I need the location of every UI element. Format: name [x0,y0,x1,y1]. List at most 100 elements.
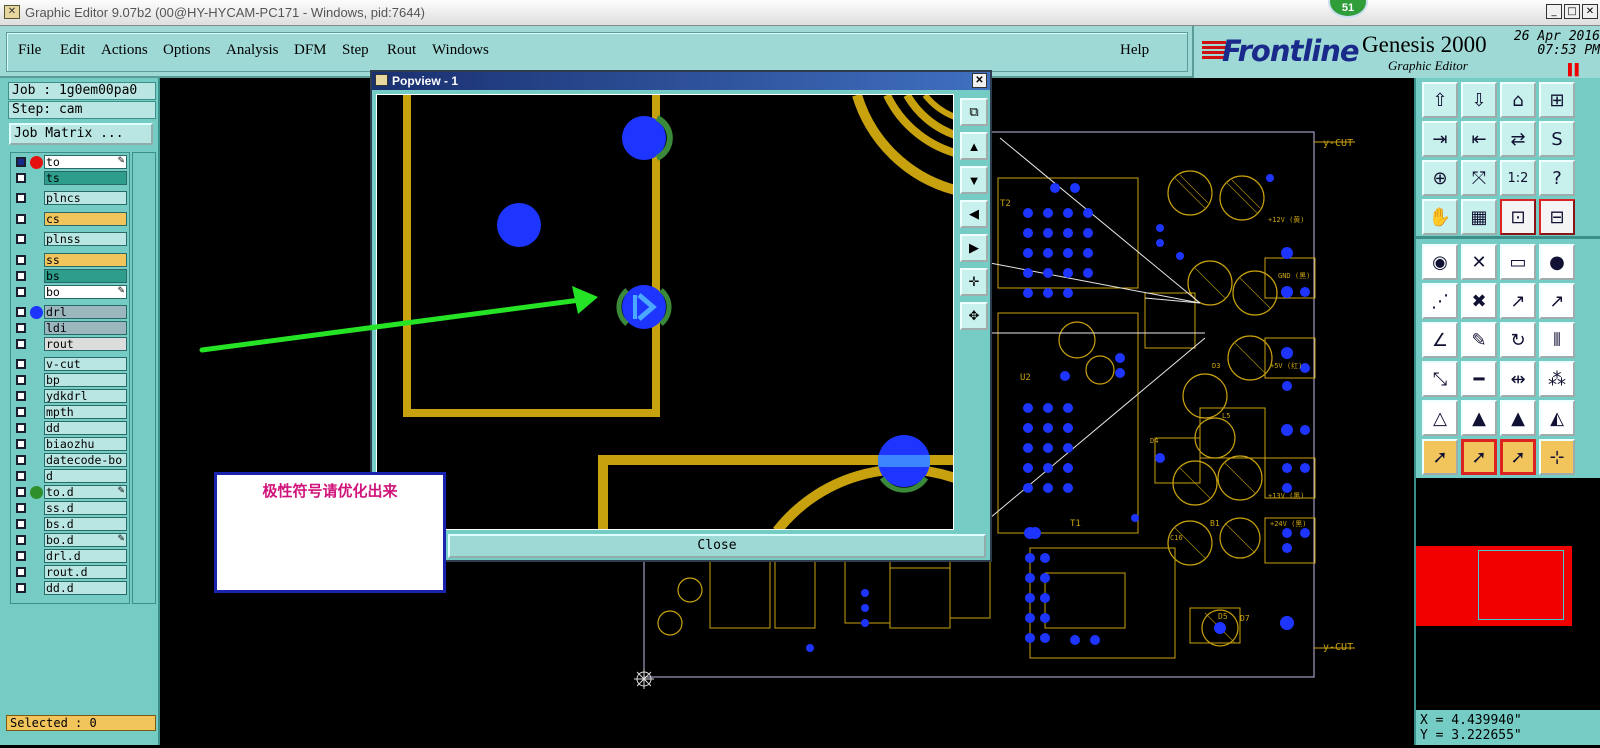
layer-checkbox[interactable] [16,439,26,449]
line-icon[interactable]: ↗ [1500,283,1536,319]
layer-label[interactable]: ldi [44,321,127,335]
layer-label[interactable]: bo [44,285,127,299]
layer-checkbox[interactable] [16,323,26,333]
layer-row-ss-d[interactable]: ss.d [11,501,129,515]
select-icon[interactable]: ➚ [1422,439,1458,475]
layer-checkbox[interactable] [16,519,26,529]
popview-titlebar[interactable]: Popview - 1 ✕ [372,72,990,90]
layer-label[interactable]: plnss [44,232,127,246]
layer-checkbox[interactable] [16,359,26,369]
layer-row-ss[interactable]: ss [11,253,129,267]
overview-view-frame[interactable] [1478,550,1564,620]
layer-checkbox[interactable] [16,551,26,561]
triangle-b-icon[interactable]: ▲ [1500,400,1536,436]
layer-label[interactable]: bs.d [44,517,127,531]
layer-row-dd-d[interactable]: dd.d [11,581,129,595]
menu-analysis[interactable]: Analysis [226,42,279,59]
layer-row-dd[interactable]: dd [11,421,129,435]
layer-row-ts[interactable]: ts [11,171,129,185]
layer-label[interactable]: ss.d [44,501,127,515]
layer-checkbox[interactable] [16,255,26,265]
layer-row-ldi[interactable]: ldi [11,321,129,335]
menu-help[interactable]: Help [1120,42,1149,59]
menu-actions[interactable]: Actions [101,42,148,59]
maximize-button[interactable]: □ [1564,4,1580,19]
zoom-fit-icon[interactable]: ⤧ [1461,160,1497,196]
select-net-icon[interactable]: ⊹ [1539,439,1575,475]
layer-checkbox[interactable] [16,173,26,183]
layer-checkbox[interactable] [16,214,26,224]
layer-label[interactable]: bp [44,373,127,387]
home-icon[interactable]: ⌂ [1500,82,1536,118]
popview-pan-up-icon[interactable]: ▲ [960,132,988,160]
parallel-icon[interactable]: ⫴ [1539,322,1575,358]
layer-row-bs[interactable]: bs [11,269,129,283]
net-icon[interactable]: ⋰ [1422,283,1458,319]
layer-row-bs-d[interactable]: bs.d [11,517,129,531]
line-alt-icon[interactable]: ↗ [1539,283,1575,319]
layer-checkbox[interactable] [16,193,26,203]
s-icon[interactable]: S [1539,121,1575,157]
menu-rout[interactable]: Rout [387,42,416,59]
triangle-c-icon[interactable]: ◭ [1539,400,1575,436]
layer-label[interactable]: ydkdrl [44,389,127,403]
swap-icon[interactable]: ⇄ [1500,121,1536,157]
layer-label[interactable]: plncs [44,191,127,205]
layer-label[interactable]: rout [44,337,127,351]
layer-label[interactable]: d [44,469,127,483]
layer-checkbox[interactable] [16,455,26,465]
layer-label[interactable]: mpth [44,405,127,419]
layer-label[interactable]: dd [44,421,127,435]
layer-row-rout[interactable]: rout [11,337,129,351]
layer-checkbox[interactable] [16,375,26,385]
angle-icon[interactable]: ∠ [1422,322,1458,358]
minus-icon[interactable]: ━ [1461,361,1497,397]
dot-icon[interactable]: ● [1539,244,1575,280]
layer-checkbox[interactable] [16,391,26,401]
layer-checkbox[interactable] [16,423,26,433]
layer-label[interactable]: to [44,155,127,169]
layer-row-drl[interactable]: drl [11,305,129,319]
layer-row-datecode-bo[interactable]: datecode-bo [11,453,129,467]
layer-list-scrollbar[interactable] [132,152,156,604]
layer-checkbox[interactable] [16,503,26,513]
layer-checkbox[interactable] [16,287,26,297]
select-alt-icon[interactable]: ➚ [1461,439,1497,475]
layer-checkbox[interactable] [16,583,26,593]
layer-checkbox[interactable] [16,471,26,481]
layer-checkbox[interactable] [16,407,26,417]
layer-label[interactable]: bo.d [44,533,127,547]
grid-icon[interactable]: ▦ [1461,199,1497,235]
layer-row-rout-d[interactable]: rout.d [11,565,129,579]
pad-icon[interactable]: ◉ [1422,244,1458,280]
layer-checkbox[interactable] [16,487,26,497]
popview-zoom-in-icon[interactable]: ✛ [960,268,988,296]
layer-row-bo[interactable]: bo ✎ [11,285,129,299]
layer-label[interactable]: drl.d [44,549,127,563]
triangle-icon[interactable]: △ [1422,400,1458,436]
hand-icon[interactable]: ✋ [1422,199,1458,235]
layer-row-drl-d[interactable]: drl.d [11,549,129,563]
layer-label[interactable]: datecode-bo [44,453,127,467]
layer-checkbox[interactable] [16,271,26,281]
popview-close-button[interactable]: Close [448,534,986,558]
pencil-icon[interactable]: ✎ [1461,322,1497,358]
layer-row-plnss[interactable]: plnss [11,232,129,246]
layer-row-v-cut[interactable]: v-cut [11,357,129,371]
layer-row-to[interactable]: to ✎ [11,155,129,169]
spread-icon[interactable]: ⇹ [1500,361,1536,397]
exit-icon[interactable]: ⇤ [1461,121,1497,157]
overview-panel[interactable] [1416,478,1600,710]
menu-edit[interactable]: Edit [60,42,85,59]
job-matrix-button[interactable]: Job Matrix ... [9,123,153,145]
layer-checkbox[interactable] [16,307,26,317]
layer-label[interactable]: ts [44,171,127,185]
menu-dfm[interactable]: DFM [294,42,327,59]
layer-label[interactable]: v-cut [44,357,127,371]
layer-label[interactable]: ss [44,253,127,267]
pause-icon[interactable]: ▌▌ [1568,64,1583,76]
layer-label[interactable]: dd.d [44,581,127,595]
layer-checkbox[interactable] [16,157,26,167]
layer-row-plncs[interactable]: plncs [11,191,129,205]
rotate-icon[interactable]: ↻ [1500,322,1536,358]
